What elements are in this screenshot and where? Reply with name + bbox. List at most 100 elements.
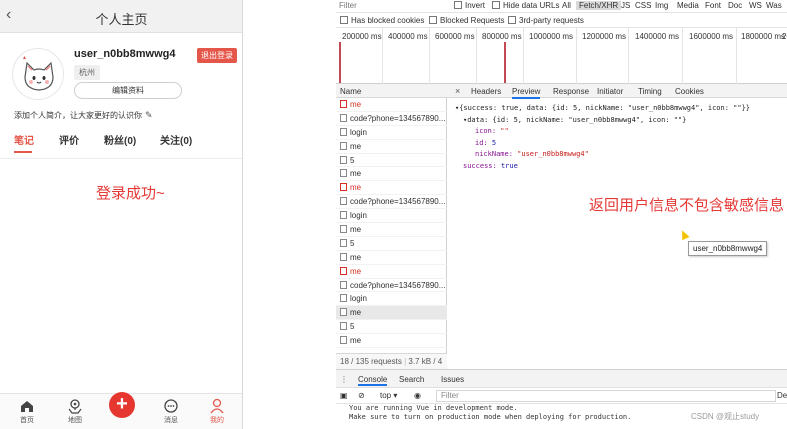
tab-response[interactable]: Response bbox=[553, 87, 589, 96]
tabbar-map[interactable]: 地图 bbox=[60, 398, 90, 425]
request-row[interactable]: 5 bbox=[336, 320, 447, 335]
tab-initiator[interactable]: Initiator bbox=[597, 87, 623, 96]
timeline-marker bbox=[339, 42, 341, 83]
file-icon bbox=[340, 141, 347, 150]
tab-fans[interactable]: 粉丝(0) bbox=[104, 132, 136, 147]
request-row[interactable]: me bbox=[336, 251, 447, 265]
request-row[interactable]: me bbox=[336, 167, 447, 182]
timeline-tick: 1000000 ms bbox=[529, 32, 574, 41]
request-row[interactable]: me bbox=[336, 306, 447, 321]
has-blocked-cookies-checkbox[interactable]: Has blocked cookies bbox=[340, 16, 424, 25]
sensitive-info-annotation: 返回用户信息不包含敏感信息 bbox=[589, 197, 785, 214]
edit-profile-button[interactable]: 编辑资料 bbox=[74, 82, 182, 99]
login-success-annotation: 登录成功~ bbox=[96, 185, 165, 202]
divider bbox=[0, 158, 242, 159]
phone-preview: ‹ 个人主页 user_n0bb8mwwg4 杭州 退出登录 编辑资料 添加个人… bbox=[0, 0, 243, 429]
type-img[interactable]: Img bbox=[655, 1, 668, 10]
checkbox-icon bbox=[340, 16, 348, 24]
request-row[interactable]: login bbox=[336, 126, 447, 140]
eye-icon[interactable]: ◉ bbox=[414, 391, 421, 400]
tabbar-messages[interactable]: 消息 bbox=[156, 398, 186, 425]
request-row[interactable]: me bbox=[336, 334, 447, 349]
file-icon bbox=[340, 238, 347, 247]
request-row[interactable]: login bbox=[336, 209, 447, 224]
tabbar-home-label: 首页 bbox=[20, 417, 34, 424]
request-row[interactable]: 5 bbox=[336, 237, 447, 251]
logout-button[interactable]: 退出登录 bbox=[197, 48, 237, 63]
hide-data-urls-checkbox[interactable]: Hide data URLs bbox=[492, 1, 559, 10]
request-name: me bbox=[350, 336, 362, 346]
filter-input[interactable]: Filter bbox=[339, 1, 357, 10]
tab-timing[interactable]: Timing bbox=[638, 87, 662, 96]
request-name: code?phone=134567890... bbox=[350, 197, 446, 207]
timeline-tick: 800000 ms bbox=[482, 32, 522, 41]
tab-following[interactable]: 关注(0) bbox=[160, 132, 192, 147]
file-icon bbox=[340, 308, 347, 317]
request-list: me code?phone=134567890... login me 5 me me cod… bbox=[336, 98, 447, 353]
sidebar-toggle-icon[interactable]: ▣ bbox=[340, 391, 348, 400]
type-wasm[interactable]: Was bbox=[766, 1, 782, 10]
request-row[interactable]: me bbox=[336, 181, 447, 196]
name-column-header[interactable]: Name bbox=[336, 84, 447, 98]
request-row[interactable]: code?phone=134567890... bbox=[336, 279, 447, 293]
type-css[interactable]: CSS bbox=[635, 1, 651, 10]
type-all[interactable]: All bbox=[562, 1, 571, 10]
has-blocked-cookies-label: Has blocked cookies bbox=[351, 16, 425, 25]
checkbox-icon bbox=[492, 1, 500, 9]
type-doc[interactable]: Doc bbox=[728, 1, 742, 10]
tabbar-mine[interactable]: 我的 bbox=[202, 398, 232, 425]
bio-text[interactable]: 添加个人简介，让大家更好的认识你 ✎ bbox=[14, 110, 153, 121]
type-fetch-xhr[interactable]: Fetch/XHR bbox=[576, 1, 622, 10]
tabbar-home[interactable]: 首页 bbox=[12, 398, 42, 425]
clear-console-icon[interactable]: ⊘ bbox=[358, 391, 365, 400]
json-data-line[interactable]: ▾data: {id: 5, nickName: "user_n0bb8mwwg… bbox=[455, 115, 750, 127]
close-icon[interactable]: × bbox=[455, 86, 460, 96]
context-select[interactable]: top ▾ bbox=[380, 391, 397, 400]
json-value: "" bbox=[500, 127, 509, 135]
request-row[interactable]: me bbox=[336, 265, 447, 279]
request-row[interactable]: me bbox=[336, 223, 447, 237]
timeline-tick: 200000 ms bbox=[342, 32, 382, 41]
tab-reviews[interactable]: 评价 bbox=[59, 132, 79, 147]
grid-line bbox=[382, 28, 383, 84]
pencil-icon[interactable]: ✎ bbox=[145, 110, 153, 120]
transfer-size: 3.7 kB / 4 bbox=[408, 357, 443, 366]
json-preview: ▾{success: true, data: {id: 5, nickName:… bbox=[455, 103, 750, 172]
request-row[interactable]: login bbox=[336, 292, 447, 307]
request-row[interactable]: code?phone=134567890... bbox=[336, 112, 447, 126]
type-ws[interactable]: WS bbox=[749, 1, 762, 10]
request-row[interactable]: code?phone=134567890... bbox=[336, 195, 447, 210]
type-font[interactable]: Font bbox=[705, 1, 721, 10]
type-media[interactable]: Media bbox=[677, 1, 699, 10]
screen: ‹ 个人主页 user_n0bb8mwwg4 杭州 退出登录 编辑资料 添加个人… bbox=[0, 0, 787, 429]
grid-line bbox=[523, 28, 524, 84]
request-row[interactable]: me bbox=[336, 140, 447, 154]
plus-icon[interactable]: + bbox=[109, 392, 135, 418]
console-filter-input[interactable]: Filter bbox=[436, 390, 776, 402]
tab-cookies[interactable]: Cookies bbox=[675, 87, 704, 96]
default-levels-select[interactable]: De bbox=[777, 391, 787, 400]
third-party-checkbox[interactable]: 3rd-party requests bbox=[508, 16, 584, 25]
avatar[interactable] bbox=[12, 48, 64, 100]
tab-console[interactable]: Console bbox=[358, 375, 388, 386]
tab-preview[interactable]: Preview bbox=[512, 87, 541, 99]
request-row[interactable]: 5 bbox=[336, 154, 447, 168]
request-name: me bbox=[350, 100, 362, 109]
invert-checkbox[interactable]: Invert bbox=[454, 1, 485, 10]
tab-search[interactable]: Search bbox=[399, 375, 424, 384]
third-party-label: 3rd-party requests bbox=[519, 16, 584, 25]
json-key: icon: bbox=[475, 127, 497, 135]
bottom-tab-bar: 首页 地图 + 消息 我的 bbox=[0, 392, 242, 429]
file-icon bbox=[340, 280, 347, 289]
devtools-panel: Filter Invert Hide data URLs All Fetch/X… bbox=[336, 0, 787, 429]
blocked-requests-checkbox[interactable]: Blocked Requests bbox=[429, 16, 504, 25]
checkbox-icon bbox=[508, 16, 516, 24]
drawer-menu-icon[interactable]: ⋮ bbox=[340, 375, 348, 384]
request-row[interactable]: me bbox=[336, 98, 447, 112]
json-root-line[interactable]: ▾{success: true, data: {id: 5, nickName:… bbox=[455, 103, 750, 115]
tab-notes[interactable]: 笔记 bbox=[14, 132, 34, 147]
tab-headers[interactable]: Headers bbox=[471, 87, 501, 96]
tab-issues[interactable]: Issues bbox=[441, 375, 464, 384]
network-timeline[interactable]: 200000 ms 400000 ms 600000 ms 800000 ms … bbox=[336, 28, 787, 84]
type-js[interactable]: JS bbox=[621, 1, 630, 10]
